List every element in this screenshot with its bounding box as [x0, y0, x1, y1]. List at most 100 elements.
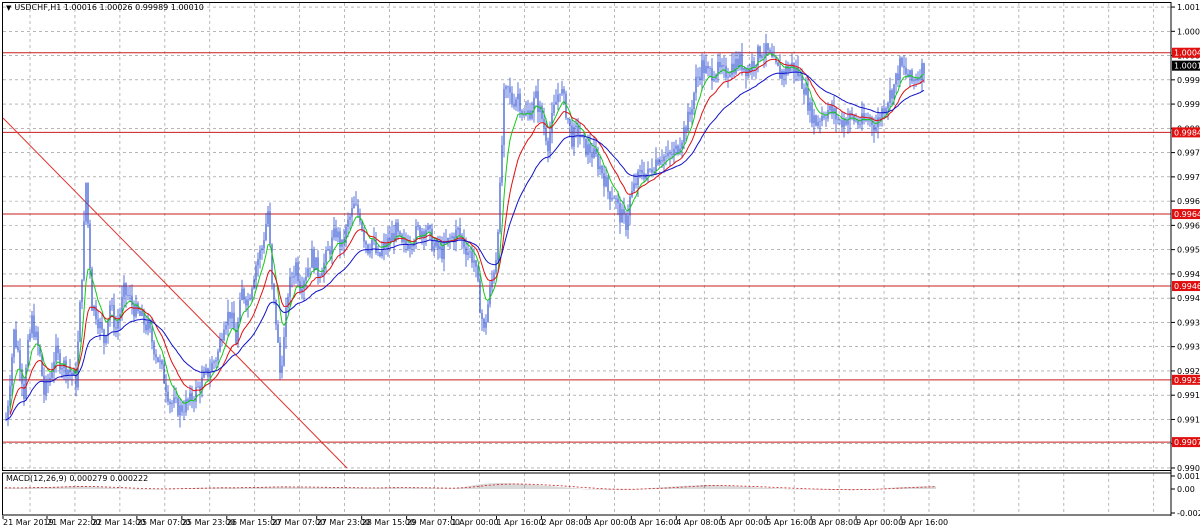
candle-body	[493, 272, 495, 280]
candle-body	[389, 237, 391, 242]
candle-body	[89, 223, 91, 269]
macd-label: MACD(12,26,9)	[6, 474, 67, 483]
candle-body	[681, 142, 683, 149]
y-tick-label: 0.99135	[1177, 415, 1200, 424]
candle-body	[571, 125, 573, 147]
candle-body	[351, 208, 353, 217]
candle-body	[743, 67, 745, 70]
candle-body	[473, 260, 475, 263]
candle-body	[735, 58, 737, 74]
candle-body	[547, 140, 549, 152]
candle-body	[87, 183, 89, 224]
candle-body	[441, 245, 443, 259]
candle-body	[721, 65, 723, 68]
close-value: 1.00010	[170, 3, 204, 12]
candle-body	[637, 171, 639, 186]
candle-body	[653, 171, 655, 173]
candle-body	[513, 104, 515, 107]
candle-body	[805, 87, 807, 95]
candle-body	[417, 226, 419, 227]
candle-body	[391, 233, 393, 242]
candle-body	[283, 336, 285, 366]
candle-body	[251, 288, 253, 299]
candle-body	[59, 353, 61, 370]
candle-body	[531, 110, 533, 119]
level-label-text: 0.99465	[1174, 282, 1200, 291]
candle-body	[435, 240, 437, 247]
y-tick-label: 0.99435	[1177, 294, 1200, 303]
candle-body	[825, 117, 827, 119]
candle-body	[79, 302, 81, 342]
candle-body	[23, 383, 25, 399]
candle-body	[469, 251, 471, 253]
candle-body	[663, 156, 665, 162]
x-tick-label: 9 Apr 00:00	[856, 518, 903, 527]
candle-body	[761, 55, 763, 58]
candle-body	[427, 225, 429, 231]
candle-body	[325, 250, 327, 263]
candle-body	[527, 110, 529, 113]
candle-body	[281, 365, 283, 374]
candle-body	[485, 322, 487, 328]
dropdown-triangle-icon[interactable]: ▼	[6, 4, 11, 12]
candle-body	[767, 43, 769, 50]
level-label-text: 0.99643	[1174, 210, 1200, 219]
y-tick-label: 0.99675	[1177, 197, 1200, 206]
y-tick-label: 0.99195	[1177, 391, 1200, 400]
candle-body	[433, 246, 435, 251]
candle-body	[811, 102, 813, 124]
candle-body	[587, 144, 589, 156]
candle-body	[383, 242, 385, 250]
candle-body	[893, 84, 895, 99]
candle-body	[787, 65, 789, 72]
candle-body	[175, 397, 177, 399]
candle-body	[651, 169, 653, 173]
candle-body	[779, 65, 781, 79]
candle-body	[709, 68, 711, 70]
candle-body	[803, 88, 805, 95]
candle-body	[731, 63, 733, 75]
candle-body	[101, 322, 103, 330]
candle-body	[259, 249, 261, 260]
level-label-text: 0.99233	[1174, 376, 1200, 385]
candle-body	[319, 276, 321, 277]
candle-body	[605, 176, 607, 187]
candle-body	[83, 221, 85, 280]
candle-body	[673, 148, 675, 156]
candle-body	[29, 333, 31, 340]
candle-body	[727, 76, 729, 78]
candle-body	[265, 224, 267, 240]
candle-body	[353, 203, 355, 209]
price-axis: 1.001551.000951.000350.999750.999150.998…	[1171, 3, 1200, 473]
candle-body	[195, 387, 197, 402]
candle-body	[707, 66, 709, 69]
candle-body	[297, 262, 299, 282]
candle-body	[879, 117, 881, 120]
chart-canvas: 1.001551.000951.000350.999750.999150.998…	[2, 2, 1200, 527]
candle-body	[641, 170, 643, 174]
candle-body	[309, 267, 311, 269]
candle-body	[497, 231, 499, 261]
candle-body	[141, 311, 143, 316]
candle-body	[269, 211, 271, 245]
y-tick-label: 0.99315	[1177, 343, 1200, 352]
candle-body	[635, 183, 637, 186]
candle-body	[355, 203, 357, 205]
candle-body	[403, 239, 405, 243]
candle-body	[887, 102, 889, 109]
candle-body	[615, 198, 617, 200]
candle-body	[503, 89, 505, 145]
candle-body	[649, 168, 651, 170]
candle-body	[567, 117, 569, 120]
candle-body	[311, 248, 313, 268]
x-tick-label: 8 Apr 08:00	[811, 518, 858, 527]
trendline-segment	[2, 117, 348, 469]
ma-slow-line	[5, 71, 925, 421]
candle-body	[569, 119, 571, 126]
candle-body	[599, 165, 601, 170]
candle-body	[379, 252, 381, 257]
candle-body	[585, 138, 587, 156]
y-tick-label: 0.99975	[1177, 76, 1200, 85]
candle-body	[15, 329, 17, 347]
candle-body	[711, 68, 713, 81]
